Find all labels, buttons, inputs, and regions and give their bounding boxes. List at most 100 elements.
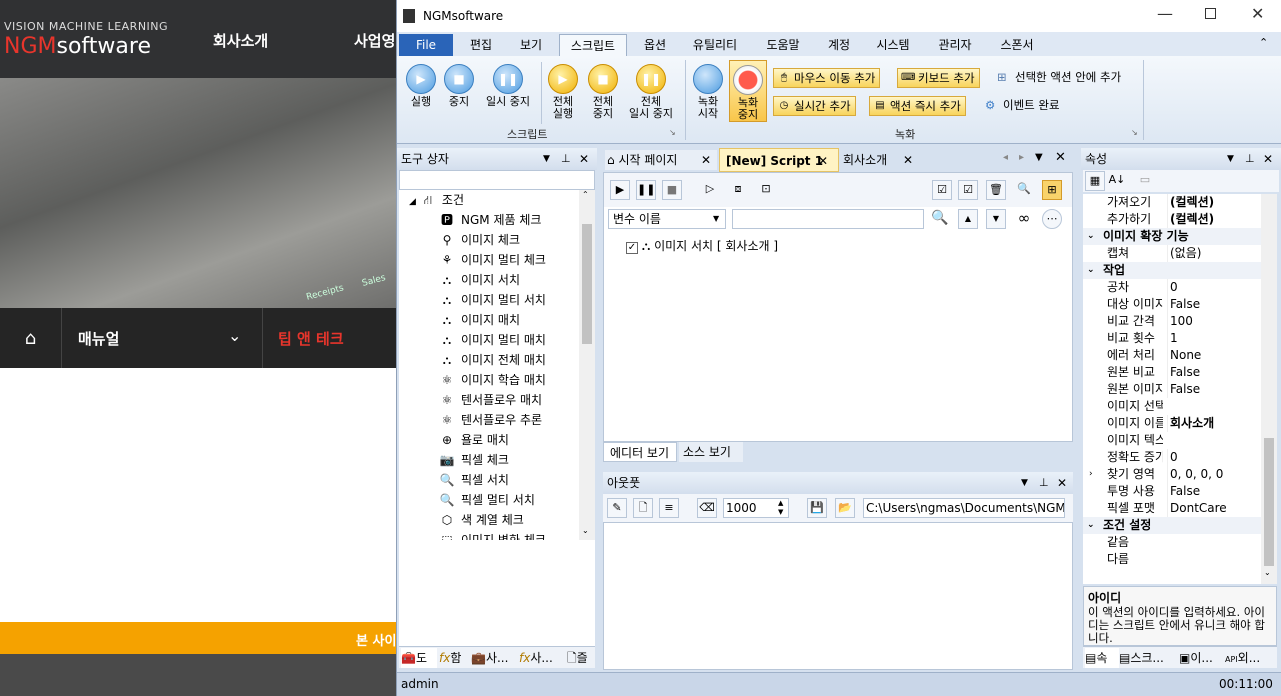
run-all-button[interactable]: ▶ 전체 실행 [545,64,581,120]
tab-external[interactable]: API외... [1225,648,1277,668]
list-icon[interactable]: ≡ [659,498,679,518]
add-action-instant-button[interactable]: ▤ 액션 즉시 추가 [869,96,966,116]
pin-icon[interactable]: ⊥ [561,148,571,170]
scroll-thumb[interactable] [582,224,592,344]
sort-alpha-icon[interactable]: A↓ [1107,171,1127,191]
collapse-icon[interactable]: ⌄ [1087,517,1095,534]
tab-script-explorer[interactable]: ▤스크... [1119,648,1177,668]
site-nav-business[interactable]: 사업영 [354,30,395,51]
stop-button[interactable]: ■ 중지 [441,64,477,108]
property-value[interactable]: False [1167,296,1263,313]
tab-favorites[interactable]: 🗋즐 [567,648,595,668]
stop-icon[interactable]: ■ [662,180,682,200]
subnav-manual[interactable]: 매뉴얼 [78,328,119,349]
tab-scroll-right-icon[interactable]: ▸ [1019,152,1024,163]
toolbox-item-tensorflow-match[interactable]: ⚛ 텐서플로우 매치 [439,390,543,410]
dropdown-icon[interactable]: ▼ [1021,472,1028,494]
move-down-icon[interactable]: ▼ [986,209,1006,229]
property-value[interactable]: (없음) [1167,245,1263,262]
categorized-icon[interactable]: ▦ [1085,171,1105,191]
tab-edit[interactable]: 편집 [461,34,501,56]
tab-start-page[interactable]: ⌂ 시작 페이지 ✕ [605,150,717,170]
property-category[interactable]: ⌄ 이미지 확장 기능 [1083,228,1263,245]
property-row[interactable]: 이미지 선택 [1083,398,1263,415]
property-row[interactable]: 캡쳐 (없음) [1083,245,1263,262]
property-row[interactable]: › 찾기 영역 0, 0, 0, 0 [1083,466,1263,483]
delete-icon[interactable]: 🗑 [986,180,1006,200]
scroll-down-icon[interactable]: ⌄ [582,526,589,535]
scroll-thumb[interactable] [1264,438,1274,566]
dropdown-icon[interactable]: ▼ [1227,148,1234,170]
close-tab-icon[interactable]: ✕ [818,149,828,171]
collapse-ribbon-icon[interactable]: ⌃ [1259,36,1268,49]
toolbox-item-image-check[interactable]: ⚲ 이미지 체크 [439,230,520,250]
record-stop-button[interactable]: 녹화 중지 [729,60,767,122]
tab-user-functions[interactable]: fx사... [519,648,563,668]
tab-account[interactable]: 계정 [819,34,859,56]
property-value[interactable]: (컬렉션) [1167,211,1263,228]
step-into-icon[interactable]: ⧈ [728,180,748,200]
property-value[interactable]: 0, 0, 0, 0 [1167,466,1263,483]
property-row[interactable]: 추가하기 (컬렉션) [1083,211,1263,228]
property-row[interactable]: 정확도 증가 0 [1083,449,1263,466]
property-row[interactable]: 에러 처리 None [1083,347,1263,364]
property-value[interactable]: None [1167,347,1263,364]
property-row[interactable]: 가져오기 (컬렉션) [1083,194,1263,211]
tab-script-1[interactable]: [New] Script 1 ✕ [719,148,839,172]
event-done-button[interactable]: ⚙ 이벤트 완료 [983,96,1060,116]
toolbox-search-input[interactable] [399,170,595,190]
toolbox-item-pixel-search[interactable]: 🔍 픽셀 서치 [439,470,509,490]
property-row[interactable]: 다름 [1083,551,1263,568]
toolbox-item-image-multi-search[interactable]: ⛬ 이미지 멀티 서치 [439,290,546,310]
minimize-icon[interactable]: — [1157,4,1173,23]
toolbox-item-image-multi-match[interactable]: ⛬ 이미지 멀티 매치 [439,330,546,350]
log-path-field[interactable]: C:\Users\ngmas\Documents\NGM6\ [863,498,1065,518]
add-keyboard-button[interactable]: ⌨ 키보드 추가 [897,68,980,88]
play-icon[interactable]: ▶ [610,180,630,200]
toolbox-item-pixel-check[interactable]: 📷 픽셀 체크 [439,450,509,470]
property-value[interactable]: False [1167,483,1263,500]
tab-system[interactable]: 시스템 [867,34,919,56]
property-row[interactable]: 투명 사용 False [1083,483,1263,500]
tab-view[interactable]: 보기 [511,34,551,56]
add-mouse-move-button[interactable]: 🖱 마우스 이동 추가 [773,68,881,88]
toolbox-item-color-range-check[interactable]: ⬡ 색 계열 체크 [439,510,524,530]
pause-icon[interactable]: ❚❚ [636,180,656,200]
tab-properties[interactable]: ▤속 [1085,648,1119,668]
output-log-area[interactable] [603,522,1073,670]
tree-view-icon[interactable]: ⊞ [1042,180,1062,200]
expand-icon[interactable]: › [1089,466,1093,483]
property-row[interactable]: 원본 이미지 False [1083,381,1263,398]
record-start-button[interactable]: 녹화 시작 [689,64,727,120]
tab-toolbox[interactable]: 🧰도 [401,648,437,668]
step-icon[interactable]: ▷ [700,180,720,200]
property-value[interactable]: 0 [1167,449,1263,466]
property-value[interactable]: (컬렉션) [1167,194,1263,211]
property-value[interactable]: False [1167,381,1263,398]
tab-user-actions[interactable]: 💼사... [471,648,515,668]
clear-filter-icon[interactable]: ✎ [607,498,627,518]
close-icon[interactable]: ✕ [1263,148,1273,170]
toolbox-item-ngm-product-check[interactable]: 🅿 NGM 제품 체크 [439,210,541,230]
script-node-image-search[interactable]: ✓ ⛬ 이미지 서치 [ 회사소개 ] [626,237,778,255]
property-value[interactable]: 100 [1167,313,1263,330]
folder-icon[interactable]: 📂 [835,498,855,518]
group-launcher-icon[interactable]: ↘ [1131,128,1138,137]
more-icon[interactable]: ⋯ [1042,209,1062,229]
variable-input[interactable] [732,209,924,229]
property-value[interactable]: 1 [1167,330,1263,347]
property-pages-icon[interactable]: ▭ [1135,171,1155,191]
property-row[interactable]: 이미지 이름 회사소개 [1083,415,1263,432]
tab-list-icon[interactable]: ▼ [1035,152,1043,163]
collapse-icon[interactable]: ⌄ [1087,262,1095,279]
add-realtime-button[interactable]: ◷ 실시간 추가 [773,96,856,116]
dropdown-icon[interactable]: ▼ [543,148,550,170]
expand-icon[interactable]: ◢ [409,197,416,207]
tab-editor-view[interactable]: 에디터 보기 [603,442,677,462]
search-icon[interactable]: 🔍 [1014,180,1034,200]
toolbox-item-image-learning-match[interactable]: ⚛ 이미지 학습 매치 [439,370,546,390]
toolbox-item-image-search[interactable]: ⛬ 이미지 서치 [439,270,520,290]
property-value[interactable]: 0 [1167,279,1263,296]
tab-about[interactable]: 회사소개 ✕ [841,150,921,170]
tab-help[interactable]: 도움말 [757,34,809,56]
